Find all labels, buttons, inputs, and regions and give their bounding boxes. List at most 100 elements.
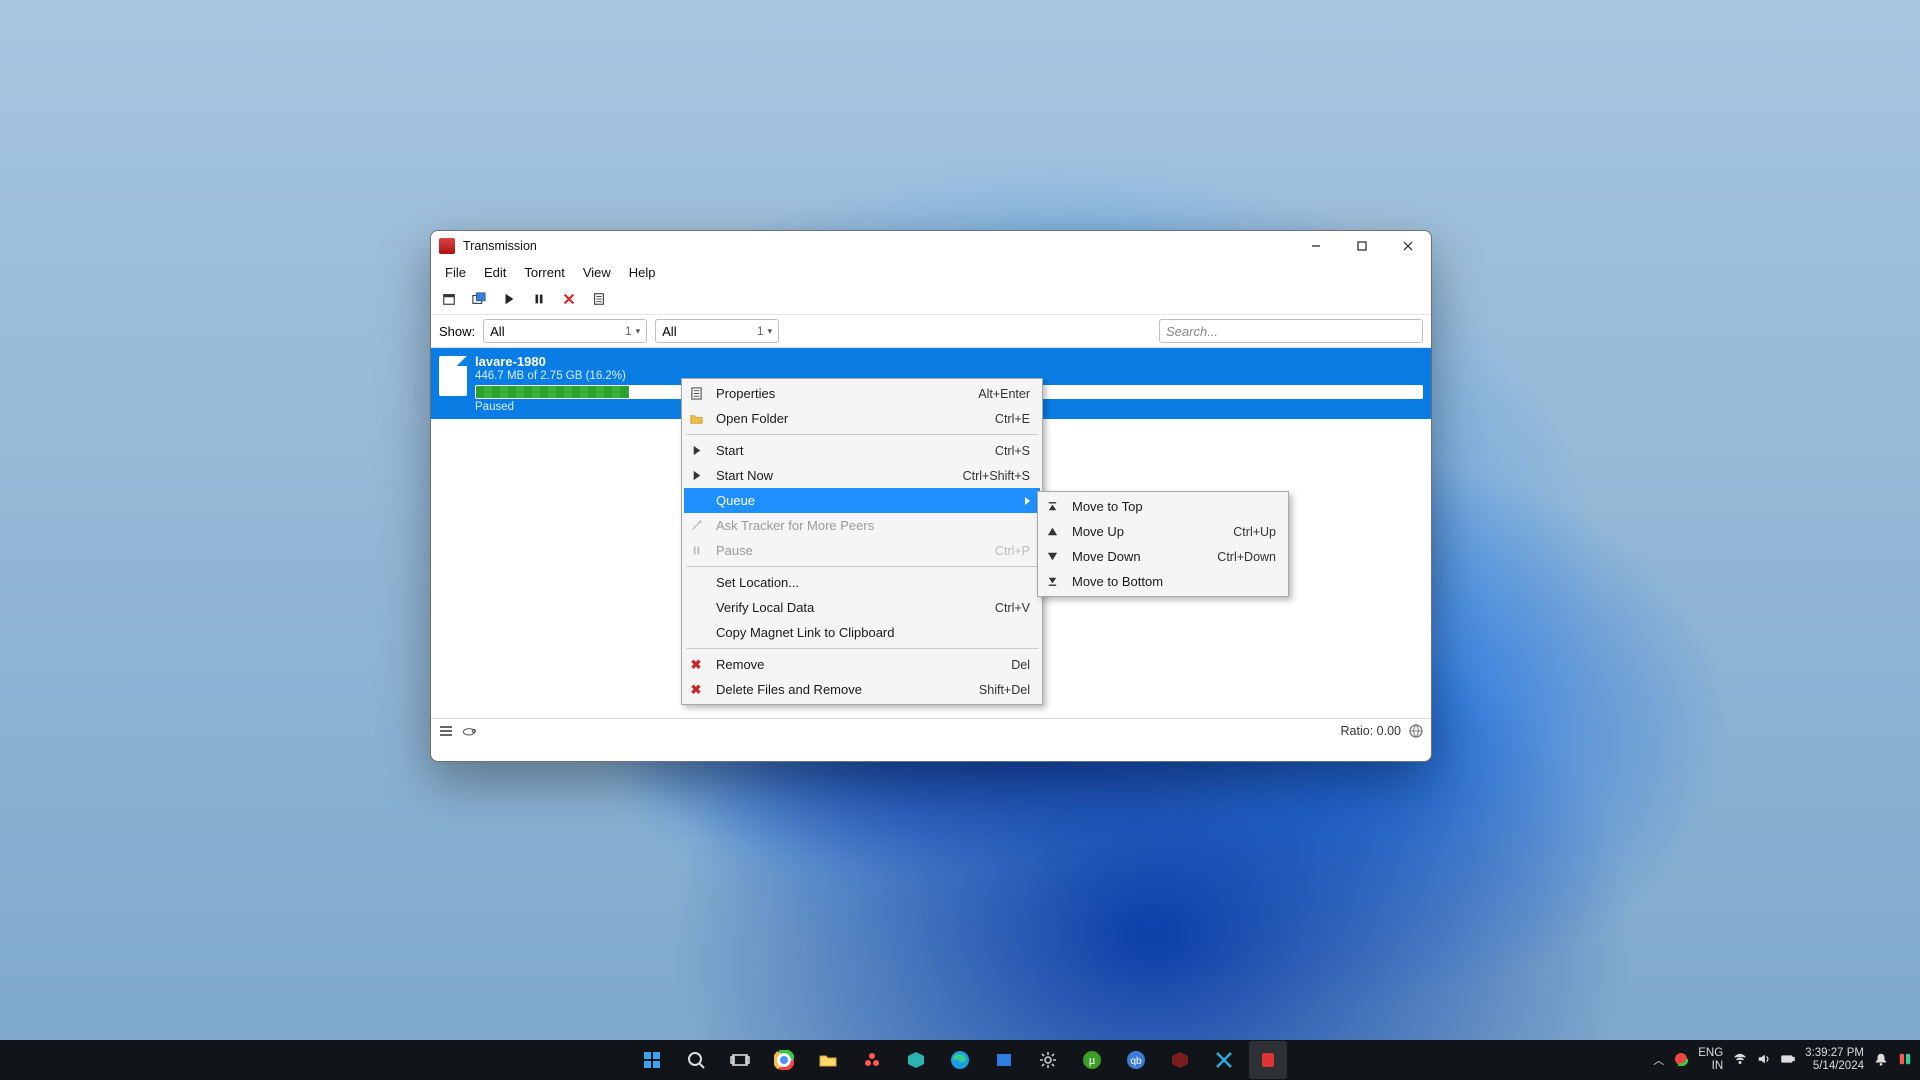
search-placeholder: Search... [1166,324,1218,339]
menu-edit[interactable]: Edit [476,263,514,282]
open-file-button[interactable] [437,288,461,310]
menu-help[interactable]: Help [621,263,664,282]
properties-button[interactable] [587,288,611,310]
queue-move-down[interactable]: Move Down Ctrl+Down [1040,544,1286,569]
svg-text:µ: µ [1089,1055,1096,1067]
app-red-hex-icon[interactable] [1161,1041,1199,1079]
menu-file[interactable]: File [437,263,474,282]
start-button[interactable] [497,288,521,310]
ctx-delete-remove[interactable]: ✖ Delete Files and Remove Shift+Del [684,677,1040,702]
queue-submenu: Move to Top Move Up Ctrl+Up Move Down Ct… [1037,491,1289,597]
menubar: File Edit Torrent View Help [431,261,1431,284]
explorer-icon[interactable] [809,1041,847,1079]
app-orange-icon[interactable] [853,1041,891,1079]
filterbar: Show: All 1 ▾ All 1 ▾ Search... [431,315,1431,348]
volume-icon[interactable] [1757,1052,1771,1069]
minimize-button[interactable] [1293,231,1339,261]
copilot-icon[interactable] [1898,1052,1912,1069]
filter-tracker-select[interactable]: All 1 ▾ [655,319,779,343]
submenu-arrow-icon [1025,497,1030,505]
ctx-set-location[interactable]: Set Location... [684,570,1040,595]
filter-tracker-count: 1 [757,324,764,338]
top-icon [1042,500,1062,513]
chrome-icon[interactable] [765,1041,803,1079]
ctx-verify[interactable]: Verify Local Data Ctrl+V [684,595,1040,620]
taskview-icon[interactable] [721,1041,759,1079]
clock[interactable]: 3:39:27 PM 5/14/2024 [1805,1047,1864,1072]
filter-status-count: 1 [625,324,632,338]
alt-speed-turtle-icon[interactable] [461,725,477,737]
app-blue-icon[interactable] [985,1041,1023,1079]
queue-move-top[interactable]: Move to Top [1040,494,1286,519]
toolbar [431,284,1431,315]
close-button[interactable] [1385,231,1431,261]
progress-fill [476,386,629,398]
ctx-open-folder[interactable]: Open Folder Ctrl+E [684,406,1040,431]
up-icon [1042,525,1062,538]
search-icon[interactable] [677,1041,715,1079]
edge-icon[interactable] [941,1041,979,1079]
app-cube-icon[interactable] [897,1041,935,1079]
properties-icon [686,387,706,400]
torrent-name: lavare-1980 [475,354,1423,369]
filter-status-select[interactable]: All 1 ▾ [483,319,647,343]
transmission-app-icon [439,238,455,254]
tixati-icon[interactable] [1205,1041,1243,1079]
notifications-icon[interactable] [1874,1052,1888,1069]
ctx-separator [686,648,1038,649]
x-icon: ✖ [686,657,706,673]
qbittorrent-icon[interactable]: qb [1117,1041,1155,1079]
titlebar[interactable]: Transmission [431,231,1431,261]
remove-button[interactable] [557,288,581,310]
menu-view[interactable]: View [575,263,619,282]
queue-move-up[interactable]: Move Up Ctrl+Up [1040,519,1286,544]
context-menu: Properties Alt+Enter Open Folder Ctrl+E … [681,378,1043,705]
tray-app-icon[interactable] [1674,1052,1688,1069]
ctx-queue[interactable]: Queue [684,488,1040,513]
ctx-remove[interactable]: ✖ Remove Del [684,652,1040,677]
play-icon [686,444,706,457]
wifi-icon[interactable] [1733,1052,1747,1069]
system-tray[interactable]: ︿ ENG IN 3:39:27 PM 5/14/2024 [1653,1047,1912,1072]
chevron-down-icon: ▾ [636,326,641,337]
pause-icon [686,544,706,557]
taskbar[interactable]: µ qb ︿ ENG IN 3: [0,1040,1920,1080]
statusbar: Ratio: 0.00 [431,718,1431,743]
tray-overflow-icon[interactable]: ︿ [1653,1052,1664,1068]
start-icon[interactable] [633,1041,671,1079]
ctx-start-now[interactable]: Start Now Ctrl+Shift+S [684,463,1040,488]
filter-status-value: All [490,324,504,339]
ctx-ask-tracker: Ask Tracker for More Peers [684,513,1040,538]
filter-tracker-value: All [662,324,676,339]
options-icon[interactable] [439,725,453,737]
queue-move-bottom[interactable]: Move to Bottom [1040,569,1286,594]
taskbar-center: µ qb [633,1041,1287,1079]
language-indicator[interactable]: ENG IN [1698,1047,1723,1072]
down-icon [1042,550,1062,563]
ctx-pause: Pause Ctrl+P [684,538,1040,563]
open-url-button[interactable] [467,288,491,310]
x-icon: ✖ [686,682,706,698]
utorrent-icon[interactable]: µ [1073,1041,1111,1079]
ctx-copy-magnet[interactable]: Copy Magnet Link to Clipboard [684,620,1040,645]
stats-network-icon[interactable] [1409,724,1423,738]
search-input[interactable]: Search... [1159,319,1423,343]
folder-icon [686,412,706,425]
play-icon [686,469,706,482]
filter-label: Show: [439,324,475,339]
ctx-start[interactable]: Start Ctrl+S [684,438,1040,463]
ratio-label: Ratio: 0.00 [1341,724,1401,738]
maximize-button[interactable] [1339,231,1385,261]
file-icon [439,356,467,396]
svg-text:qb: qb [1130,1056,1142,1067]
battery-icon[interactable] [1781,1052,1795,1069]
bottom-icon [1042,575,1062,588]
ctx-separator [686,566,1038,567]
pause-button[interactable] [527,288,551,310]
ctx-separator [686,434,1038,435]
chevron-down-icon: ▾ [768,326,773,337]
menu-torrent[interactable]: Torrent [516,263,572,282]
ctx-properties[interactable]: Properties Alt+Enter [684,381,1040,406]
settings-gear-icon[interactable] [1029,1041,1067,1079]
transmission-taskbar-icon[interactable] [1249,1041,1287,1079]
